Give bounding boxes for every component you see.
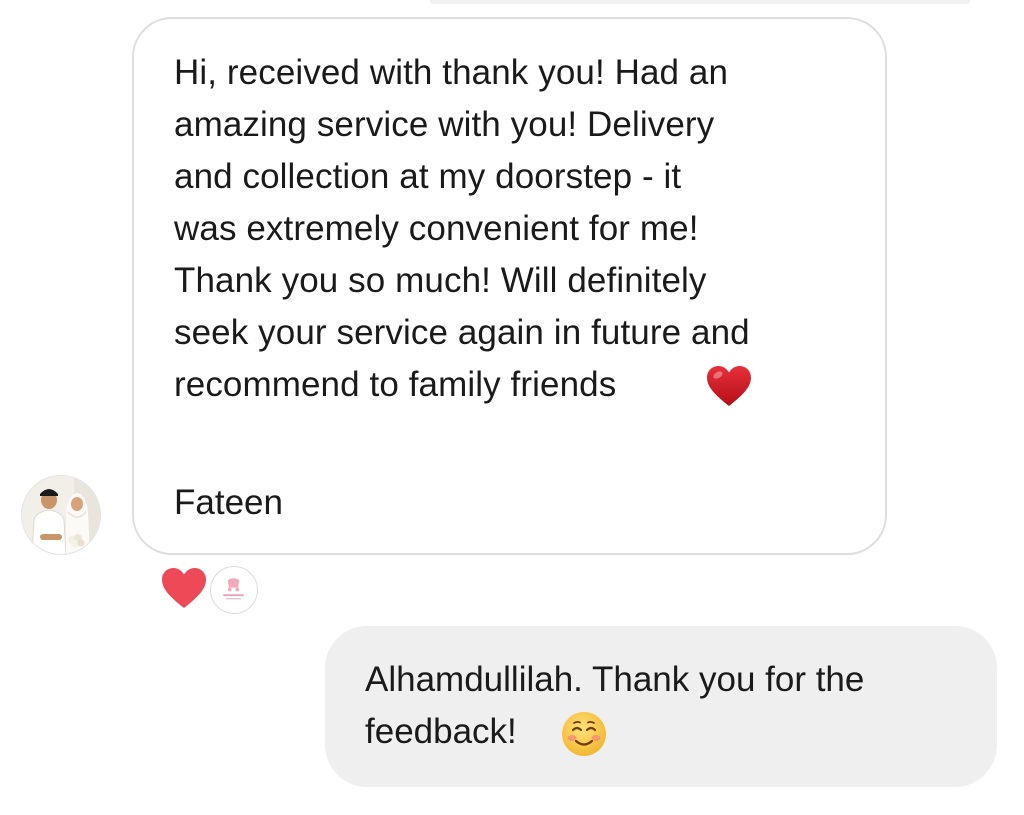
outgoing-message-bubble[interactable]: Alhamdullilah. Thank you for the feedbac…	[325, 626, 997, 787]
shop-logo-icon	[212, 568, 255, 611]
previous-message-edge	[430, 0, 970, 4]
incoming-message-bubble[interactable]: Hi, received with thank you! Had an amaz…	[132, 17, 887, 555]
red-heart-emoji-icon	[707, 366, 751, 406]
heart-reaction-icon[interactable]	[160, 566, 208, 610]
incoming-message-text: Hi, received with thank you! Had an amaz…	[174, 53, 750, 404]
smiling-face-emoji-icon	[562, 712, 606, 756]
sender-avatar[interactable]	[21, 475, 101, 555]
reactor-avatar[interactable]	[210, 566, 258, 614]
chat-screen: Hi, received with thank you! Had an amaz…	[0, 0, 1024, 815]
couple-photo-icon	[22, 476, 100, 554]
outgoing-message-text: Alhamdullilah. Thank you for the feedbac…	[365, 660, 865, 751]
incoming-message-signature: Fateen	[174, 483, 283, 522]
